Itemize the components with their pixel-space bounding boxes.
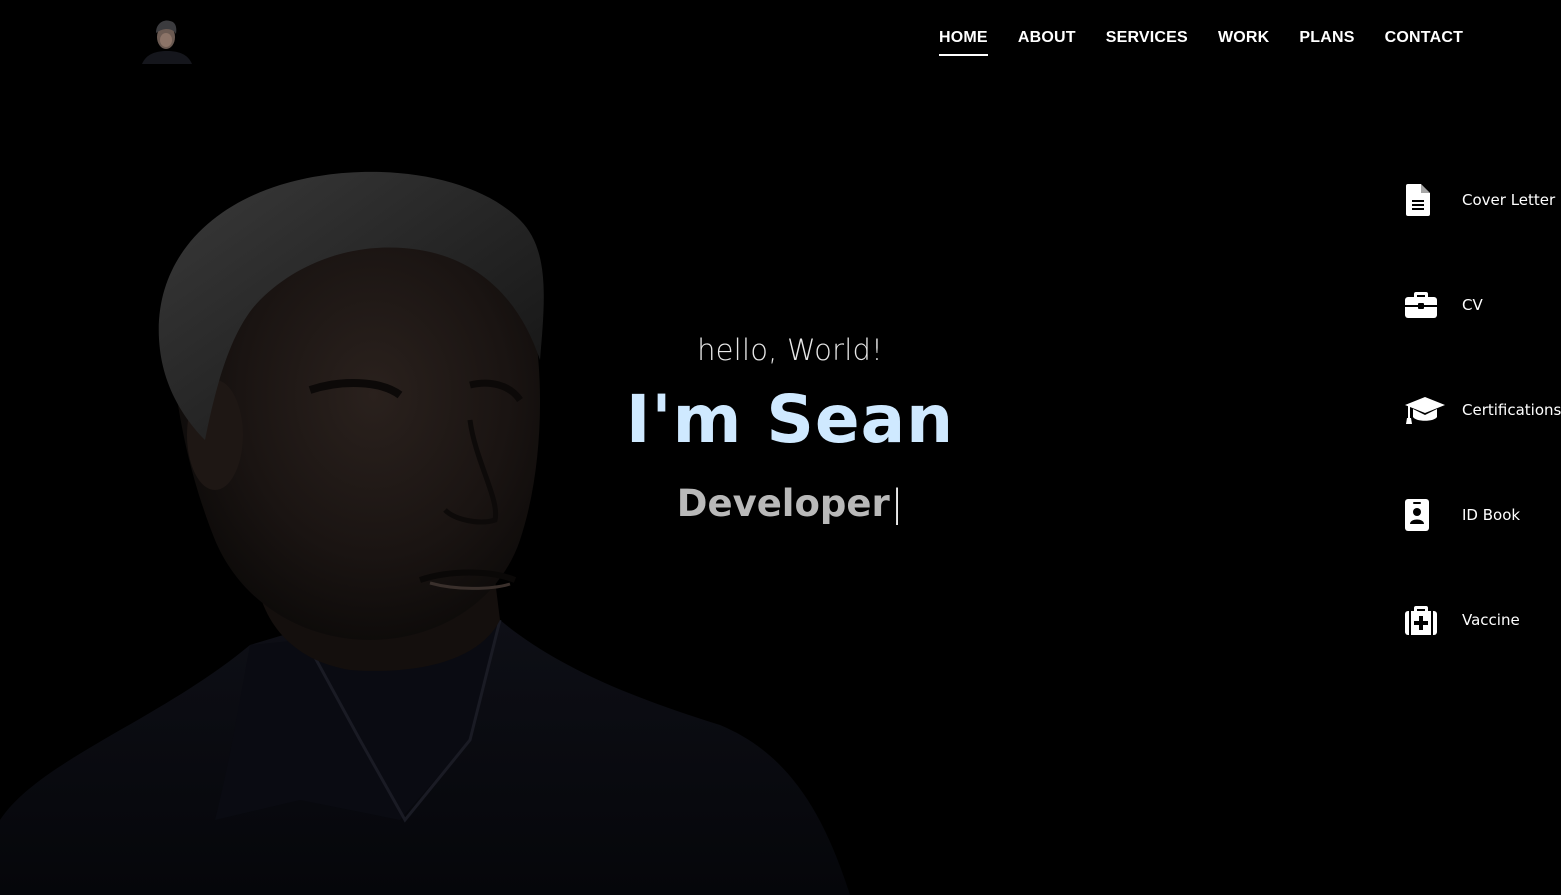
side-link-vaccine[interactable]: Vaccine [1404, 600, 1520, 640]
side-link-cover-letter[interactable]: Cover Letter [1404, 180, 1555, 220]
id-badge-icon [1404, 495, 1450, 535]
side-link-label: Cover Letter [1462, 191, 1556, 209]
logo-avatar[interactable] [140, 18, 194, 64]
nav-services[interactable]: SERVICES [1091, 28, 1203, 48]
side-link-label: Vaccine [1462, 611, 1520, 629]
medical-kit-icon [1404, 600, 1450, 640]
hero-intro: hello, World! I'm Sean Developer| [560, 330, 1020, 528]
nav-work[interactable]: WORK [1203, 28, 1284, 48]
logo-portrait-icon [140, 18, 194, 64]
side-link-id-book[interactable]: ID Book [1404, 495, 1520, 535]
hero-name: I'm Sean [625, 381, 955, 458]
graduation-cap-icon [1404, 390, 1450, 430]
nav-home[interactable]: HOME [924, 28, 1003, 56]
nav-about[interactable]: ABOUT [1003, 28, 1091, 48]
document-icon [1404, 180, 1450, 220]
side-link-certifications[interactable]: Certifications [1404, 390, 1561, 430]
nav-plans[interactable]: PLANS [1284, 28, 1369, 48]
side-link-label: ID Book [1462, 506, 1521, 524]
side-link-label: CV [1462, 296, 1483, 314]
hero-role: Developer| [560, 480, 1020, 528]
page: HOME ABOUT SERVICES WORK PLANS CONTACT h… [0, 0, 1561, 895]
side-link-label: Certifications [1462, 401, 1561, 419]
nav-contact[interactable]: CONTACT [1370, 28, 1478, 48]
typing-cursor: | [890, 482, 904, 525]
main-nav: HOME ABOUT SERVICES WORK PLANS CONTACT [924, 28, 1478, 56]
hero-greeting: hello, World! [697, 333, 883, 367]
hero-role-text: Developer [676, 482, 890, 525]
briefcase-icon [1404, 285, 1450, 325]
side-link-cv[interactable]: CV [1404, 285, 1483, 325]
